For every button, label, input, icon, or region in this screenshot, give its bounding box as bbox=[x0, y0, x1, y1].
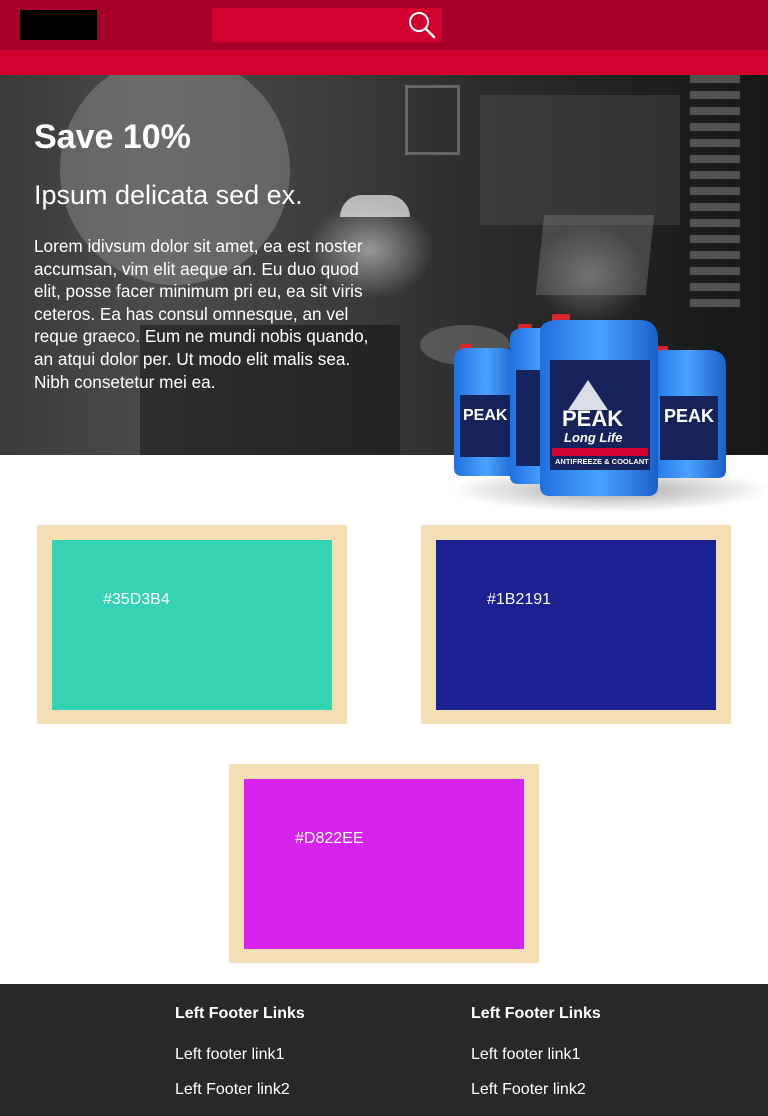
svg-text:ANTIFREEZE & COOLANT: ANTIFREEZE & COOLANT bbox=[555, 457, 649, 466]
hero-subtitle: Ipsum delicata sed ex. bbox=[34, 180, 303, 210]
footer-link[interactable]: Left footer link1 bbox=[175, 1046, 284, 1064]
nav-bar bbox=[0, 50, 768, 75]
footer-link[interactable]: Left Footer link2 bbox=[175, 1081, 290, 1099]
product-jug-back-left: PEAK bbox=[454, 344, 518, 476]
color-card: #1B2191 bbox=[421, 525, 731, 724]
color-swatch: #D822EE bbox=[244, 779, 524, 949]
hero-body-text: Lorem idivsum dolor sit amet, ea est nos… bbox=[34, 236, 369, 392]
hero-title: Save 10% bbox=[34, 118, 191, 156]
hero-bg-lamp bbox=[340, 195, 410, 217]
hero-bg-laptop bbox=[535, 215, 655, 295]
hero-bg-pegboard bbox=[480, 95, 680, 225]
product-jug-back-right: PEAK bbox=[650, 346, 726, 478]
color-hex-label: #D822EE bbox=[295, 830, 364, 847]
footer-link[interactable]: Left footer link1 bbox=[471, 1046, 580, 1064]
svg-text:PEAK: PEAK bbox=[664, 406, 714, 426]
svg-text:PEAK: PEAK bbox=[463, 407, 508, 424]
color-card: #35D3B4 bbox=[37, 525, 347, 724]
footer-heading: Left Footer Links bbox=[471, 1005, 601, 1022]
color-swatch: #35D3B4 bbox=[52, 540, 332, 710]
site-footer: Left Footer Links Left footer link1 Left… bbox=[0, 984, 768, 1116]
footer-heading: Left Footer Links bbox=[175, 1005, 305, 1022]
color-card: #D822EE bbox=[229, 764, 539, 963]
color-hex-label: #1B2191 bbox=[487, 591, 552, 608]
search-icon bbox=[409, 12, 436, 39]
product-jug-front: PEAK Long Life ANTIFREEZE & COOLANT bbox=[540, 314, 658, 496]
color-swatch: #1B2191 bbox=[436, 540, 716, 710]
product-image: PEAK PEAK PEAK Long Life ANTIFREEZE & CO… bbox=[450, 314, 768, 512]
search-button[interactable] bbox=[402, 8, 442, 42]
svg-text:PEAK: PEAK bbox=[562, 406, 623, 431]
svg-text:Long Life: Long Life bbox=[564, 430, 623, 445]
search-bar bbox=[212, 8, 442, 42]
color-hex-label: #35D3B4 bbox=[103, 591, 170, 608]
hero-bg-frame bbox=[405, 85, 460, 155]
site-logo[interactable] bbox=[20, 10, 97, 40]
top-header bbox=[0, 0, 768, 50]
hero-bg-chain bbox=[690, 75, 740, 315]
search-input[interactable] bbox=[212, 8, 402, 42]
footer-link[interactable]: Left Footer link2 bbox=[471, 1081, 586, 1099]
